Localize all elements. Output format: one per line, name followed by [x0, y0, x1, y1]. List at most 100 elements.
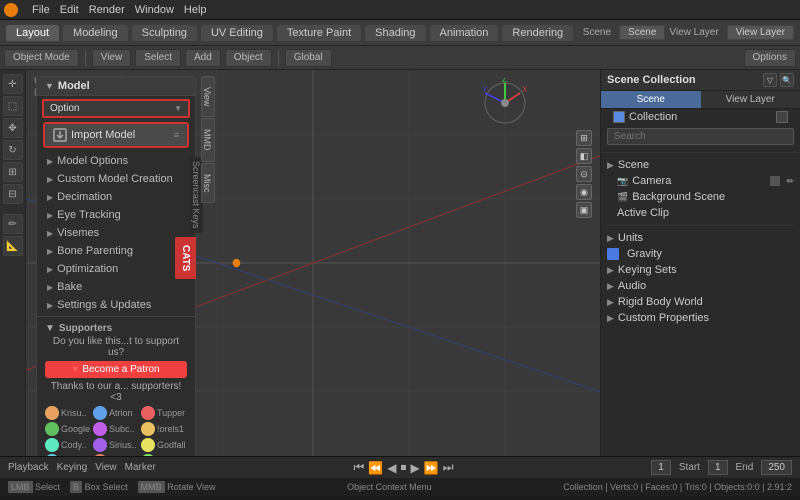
view-label[interactable]: View	[95, 462, 117, 473]
become-patron-button[interactable]: ♥ Become a Patron	[45, 361, 187, 378]
menu-arrow-icon: ▶	[47, 301, 53, 310]
tab-scene[interactable]: Scene	[601, 91, 701, 108]
menu-item-optimization[interactable]: ▶Optimization	[37, 260, 195, 278]
menu-window[interactable]: Window	[135, 4, 174, 16]
start-frame-input[interactable]: 1	[708, 460, 728, 475]
select-menu[interactable]: Select	[135, 49, 181, 67]
keying-label[interactable]: Keying	[57, 462, 88, 473]
tab-modeling[interactable]: Modeling	[63, 25, 128, 41]
global-selector[interactable]: Global	[285, 49, 332, 67]
menu-item-bone-parenting[interactable]: ▶Bone Parenting	[37, 242, 195, 260]
select-tool[interactable]: ⬚	[3, 96, 23, 116]
filter-icon[interactable]: ▽	[763, 73, 777, 87]
play-back-icon[interactable]: ◀	[387, 461, 396, 475]
scene-selector[interactable]: Scene	[619, 25, 665, 40]
tab-view-layer[interactable]: View Layer	[701, 91, 800, 108]
object-menu[interactable]: Object	[225, 49, 272, 67]
menu-item-settings-&-updates[interactable]: ▶Settings & Updates	[37, 296, 195, 314]
collection-checkbox[interactable]	[613, 111, 625, 123]
transform-tool[interactable]: ⊟	[3, 184, 23, 204]
rotate-status[interactable]: MMB Rotate View	[138, 482, 216, 492]
tab-sculpting[interactable]: Sculpting	[132, 25, 197, 41]
misc-side-tab[interactable]: Misc	[201, 163, 215, 204]
view-icon2[interactable]: ◧	[576, 148, 592, 164]
end-label: End	[736, 462, 754, 473]
tab-uv-editing[interactable]: UV Editing	[201, 25, 273, 41]
import-model-button[interactable]: Import Model ≡	[43, 122, 189, 148]
menu-item-eye-tracking[interactable]: ▶Eye Tracking	[37, 206, 195, 224]
play-icon[interactable]: ▶	[411, 461, 420, 475]
menu-file[interactable]: File	[32, 4, 50, 16]
keying-sets-row[interactable]: ▶Keying Sets	[607, 262, 794, 278]
tab-texture-paint[interactable]: Texture Paint	[277, 25, 361, 41]
menu-arrow-icon: ▶	[47, 211, 53, 220]
view-icon5[interactable]: ▣	[576, 202, 592, 218]
options-row[interactable]: Option ▼	[42, 99, 190, 118]
annotate-tool[interactable]: ✏	[3, 214, 23, 234]
skip-start-icon[interactable]: ⏮	[354, 460, 365, 475]
panel-collapse-arrow[interactable]: ▼	[45, 81, 54, 91]
tab-rendering[interactable]: Rendering	[502, 25, 573, 41]
collection-item[interactable]: Collection	[601, 109, 800, 125]
stop-icon[interactable]: ⏹	[401, 460, 407, 475]
move-tool[interactable]: ✥	[3, 118, 23, 138]
collection-eye-icon[interactable]	[776, 111, 788, 123]
view-icon[interactable]: ⊞	[576, 130, 592, 146]
select-status[interactable]: LMB Select	[8, 482, 60, 492]
camera-toggle[interactable]	[770, 176, 780, 186]
end-frame-input[interactable]: 250	[761, 460, 792, 475]
step-forward-icon[interactable]: ⏩	[424, 461, 439, 475]
tab-animation[interactable]: Animation	[430, 25, 499, 41]
view-menu[interactable]: View	[92, 49, 132, 67]
menu-item-decimation[interactable]: ▶Decimation	[37, 188, 195, 206]
scale-tool[interactable]: ⊞	[3, 162, 23, 182]
measure-tool[interactable]: 📐	[3, 236, 23, 256]
add-menu[interactable]: Add	[185, 49, 221, 67]
search-input[interactable]	[607, 128, 794, 145]
options-btn[interactable]: Options	[744, 49, 796, 67]
skip-end-icon[interactable]: ⏭	[443, 460, 454, 475]
menu-render[interactable]: Render	[89, 4, 125, 16]
marker-label[interactable]: Marker	[125, 462, 156, 473]
tab-shading[interactable]: Shading	[365, 25, 425, 41]
menu-item-custom-model-creation[interactable]: ▶Custom Model Creation	[37, 170, 195, 188]
menu-item-bake[interactable]: ▶Bake	[37, 278, 195, 296]
cursor-tool[interactable]: ✛	[3, 74, 23, 94]
units-row[interactable]: ▶Units	[607, 230, 794, 246]
view-layer-selector[interactable]: View Layer	[727, 25, 794, 40]
active-clip-label: Active Clip	[617, 207, 669, 219]
audio-row[interactable]: ▶Audio	[607, 278, 794, 294]
view-side-tab[interactable]: View	[201, 76, 215, 117]
step-back-icon[interactable]: ⏪	[368, 461, 383, 475]
cats-tab[interactable]: CATS	[175, 237, 196, 279]
current-frame-input[interactable]: 1	[651, 460, 671, 475]
view-icon4[interactable]: ◉	[576, 184, 592, 200]
view-icon3[interactable]: ⊙	[576, 166, 592, 182]
viewport-3d[interactable]: User Perspective (1) Collection X Y Z ⊞ …	[26, 70, 600, 456]
gravity-row[interactable]: Gravity	[607, 246, 794, 262]
object-mode-selector[interactable]: Object Mode	[4, 49, 79, 67]
box-select-status[interactable]: B Box Select	[70, 482, 128, 492]
supporter-item: Godfall	[141, 438, 187, 452]
mmd-side-tab[interactable]: MMD	[201, 118, 215, 162]
menu-item-model-options[interactable]: ▶Model Options	[37, 152, 195, 170]
search-icon[interactable]: 🔍	[780, 73, 794, 87]
bg-scene-prop[interactable]: 🎬 Background Scene	[617, 189, 794, 205]
menu-help[interactable]: Help	[184, 4, 207, 16]
menu-item-visemes[interactable]: ▶Visemes	[37, 224, 195, 242]
custom-props-row[interactable]: ▶Custom Properties	[607, 310, 794, 326]
menu-edit[interactable]: Edit	[60, 4, 79, 16]
menu-arrow-icon: ▶	[47, 265, 53, 274]
rigid-body-row[interactable]: ▶Rigid Body World	[607, 294, 794, 310]
active-clip-prop[interactable]: Active Clip	[617, 205, 794, 221]
camera-prop[interactable]: 📷 Camera ✏	[617, 173, 794, 189]
main-area: ✛ ⬚ ✥ ↻ ⊞ ⊟ ✏ 📐	[0, 70, 800, 456]
tab-layout[interactable]: Layout	[6, 25, 59, 41]
camera-edit-icon[interactable]: ✏	[786, 176, 794, 187]
gravity-checkbox[interactable]	[607, 248, 619, 260]
playback-label[interactable]: Playback	[8, 462, 49, 473]
rotate-tool[interactable]: ↻	[3, 140, 23, 160]
scene-prop-items: 📷 Camera ✏ 🎬 Background Scene Active Cli…	[607, 173, 794, 221]
axis-widget[interactable]: X Y Z	[480, 78, 530, 128]
bg-scene-label: Background Scene	[632, 191, 725, 203]
